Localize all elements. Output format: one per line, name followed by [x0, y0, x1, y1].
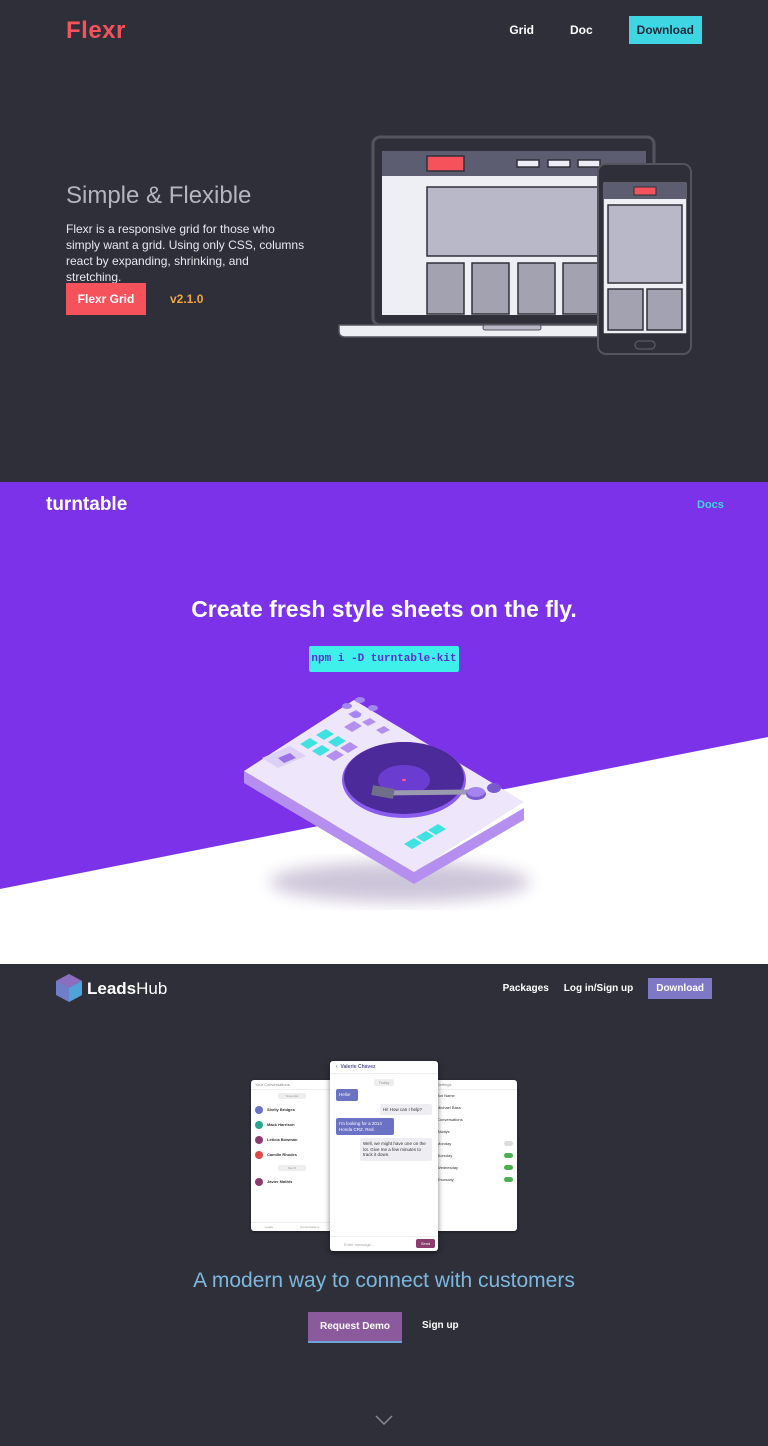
- nav-link-login[interactable]: Log in/Sign up: [564, 983, 633, 994]
- sign-up-link[interactable]: Sign up: [422, 1320, 459, 1331]
- conversation-item: Mack Harrison: [251, 1117, 333, 1132]
- conversation-item: Javier Mathis: [251, 1174, 333, 1189]
- avatar: [255, 1105, 263, 1114]
- toggle-switch: [504, 1177, 513, 1182]
- settings-item: Bot Name: [437, 1093, 455, 1098]
- leadshub-headline: A modern way to connect with customers: [193, 1269, 575, 1292]
- message-bubble-incoming: Well, we might have one on the lot. Give…: [360, 1138, 432, 1161]
- tab-leads: Leads: [264, 1225, 273, 1229]
- chevron-down-icon[interactable]: [374, 1414, 394, 1426]
- conversation-item: Leticia Bowman: [251, 1132, 333, 1147]
- settings-toggle-row: Tuesday: [433, 1150, 517, 1162]
- download-button[interactable]: Download: [648, 977, 712, 999]
- avatar: [255, 1120, 263, 1129]
- leadshub-logo-icon[interactable]: [56, 974, 82, 1002]
- tab-conversations: Conversations: [300, 1225, 320, 1229]
- message-bubble-outgoing: I'm looking for a 2014 Honda CRZ. Red.: [336, 1118, 394, 1135]
- avatar: [255, 1150, 263, 1159]
- avatar: [255, 1135, 263, 1144]
- chat-header: ‹ Valerie Chavez: [330, 1061, 438, 1074]
- leadshub-nav: Packages Log in/Sign up Download: [503, 977, 768, 999]
- send-button: Send: [416, 1239, 435, 1248]
- settings-mockup: Settings Bot Name Michael Bass Conversat…: [433, 1080, 517, 1231]
- toggle-switch: [504, 1153, 513, 1158]
- turntable-illustration: [244, 697, 530, 902]
- conversation-item: Camille Rhodes: [251, 1147, 333, 1162]
- settings-toggle-row: Thursday: [433, 1174, 517, 1186]
- settings-toggle-row: Wednesday: [433, 1162, 517, 1174]
- conversations-mockup: Your Conversations Yesterday Shelly Brid…: [251, 1080, 333, 1231]
- settings-toggle-row: Monday: [433, 1138, 517, 1150]
- request-demo-button[interactable]: Request Demo: [308, 1312, 402, 1343]
- message-bubble-incoming: Hi! How can I help?: [380, 1103, 432, 1115]
- logo-bold: Leads: [87, 979, 137, 998]
- avatar: [255, 1177, 263, 1186]
- settings-item: Conversations: [437, 1117, 463, 1122]
- settings-item: Always: [437, 1129, 450, 1134]
- leadshub-logo[interactable]: LeadsHub: [87, 979, 167, 999]
- devices-illustration: [338, 135, 692, 355]
- toggle-switch: [504, 1141, 513, 1146]
- toggle-switch: [504, 1165, 513, 1170]
- date-separator: Yesterday: [278, 1093, 306, 1099]
- nav-link-packages[interactable]: Packages: [503, 983, 549, 994]
- mockup-tab-bar: Leads Conversations: [251, 1222, 333, 1231]
- flexr-section: Flexr Grid Doc Download Simple & Flexibl…: [0, 0, 768, 482]
- day-separator: Today: [374, 1079, 394, 1086]
- logo-light: Hub: [136, 979, 168, 998]
- mockup-header: Your Conversations: [251, 1080, 333, 1090]
- chat-mockup: ‹ Valerie Chavez Today Hello! Hi! How ca…: [330, 1061, 438, 1251]
- message-bubble-outgoing: Hello!: [336, 1089, 358, 1101]
- date-separator: Nov 6: [278, 1165, 306, 1171]
- settings-item: Michael Bass: [437, 1105, 461, 1110]
- mockup-header: Settings: [433, 1080, 517, 1090]
- leadshub-section: LeadsHub Packages Log in/Sign up Downloa…: [0, 964, 768, 1446]
- contact-name: Valerie Chavez: [340, 1064, 376, 1070]
- conversation-item: Shelly Bridges: [251, 1102, 333, 1117]
- turntable-section: turntable Docs Create fresh style sheets…: [0, 482, 768, 964]
